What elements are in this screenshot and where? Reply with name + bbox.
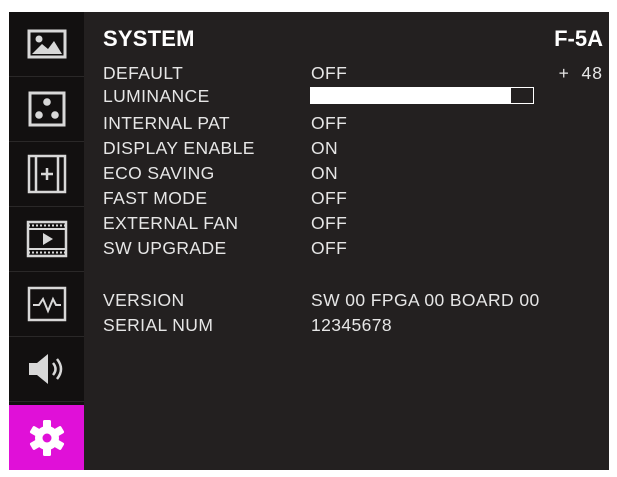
menu-item-label: FAST MODE (103, 188, 208, 208)
osd-menu: SYSTEM F-5A DEFAULT OFF + 48 LUMINANCE I… (9, 12, 609, 470)
menu-item-label: SW UPGRADE (103, 238, 227, 258)
menu-item-value: OFF (311, 113, 348, 133)
info-serial: SERIAL NUM 12345678 (103, 315, 603, 339)
sidebar-item-waveform[interactable] (9, 272, 84, 337)
menu-item-label: EXTERNAL FAN (103, 213, 239, 233)
menu-item-value: ON (311, 138, 339, 158)
info-value: SW 00 FPGA 00 BOARD 00 (311, 290, 540, 310)
menu-item-label: DEFAULT (103, 63, 184, 83)
model-name: F-5A (554, 26, 603, 51)
menu-item-label: INTERNAL PAT (103, 113, 230, 133)
marker-icon (27, 154, 66, 194)
sidebar-item-pattern[interactable] (9, 77, 84, 142)
menu-item-value: OFF (311, 63, 348, 83)
speaker-icon (28, 354, 62, 384)
info-label: SERIAL NUM (103, 315, 214, 335)
menu-item-value: OFF (311, 188, 348, 208)
menu-item-label: ECO SAVING (103, 163, 215, 183)
sidebar-item-picture[interactable] (9, 12, 84, 77)
pattern-icon (28, 91, 65, 127)
info-version: VERSION SW 00 FPGA 00 BOARD 00 (103, 290, 603, 314)
menu-item-sw-upgrade[interactable]: SW UPGRADE OFF (103, 238, 603, 262)
menu-item-value: OFF (311, 238, 348, 258)
menu-item-fast-mode[interactable]: FAST MODE OFF (103, 188, 603, 212)
luminance-slider-fill (311, 88, 511, 103)
sidebar-item-video[interactable] (9, 207, 84, 272)
luminance-slider[interactable] (310, 87, 534, 104)
menu-item-value: ON (311, 163, 339, 183)
menu-item-internal-pat[interactable]: INTERNAL PAT OFF (103, 113, 603, 137)
settings-panel: SYSTEM F-5A DEFAULT OFF + 48 LUMINANCE I… (84, 12, 609, 470)
menu-item-label: DISPLAY ENABLE (103, 138, 255, 158)
menu-item-external-fan[interactable]: EXTERNAL FAN OFF (103, 213, 603, 237)
menu-item-eco-saving[interactable]: ECO SAVING ON (103, 163, 603, 187)
sidebar-item-marker[interactable] (9, 142, 84, 207)
gear-icon (29, 419, 64, 456)
waveform-icon (27, 286, 66, 322)
category-sidebar (9, 12, 84, 470)
menu-item-label: LUMINANCE (103, 86, 210, 106)
menu-item-default[interactable]: DEFAULT OFF (103, 63, 603, 87)
menu-item-display-enable[interactable]: DISPLAY ENABLE ON (103, 138, 603, 162)
picture-icon (27, 29, 66, 59)
video-icon (26, 220, 67, 258)
menu-item-value: OFF (311, 213, 348, 233)
info-value: 12345678 (311, 315, 393, 335)
sidebar-item-speaker[interactable] (9, 337, 84, 402)
sidebar-item-system[interactable] (9, 405, 84, 470)
info-label: VERSION (103, 290, 185, 310)
adjust-value: + 48 (558, 63, 603, 83)
page-title: SYSTEM (103, 26, 195, 51)
